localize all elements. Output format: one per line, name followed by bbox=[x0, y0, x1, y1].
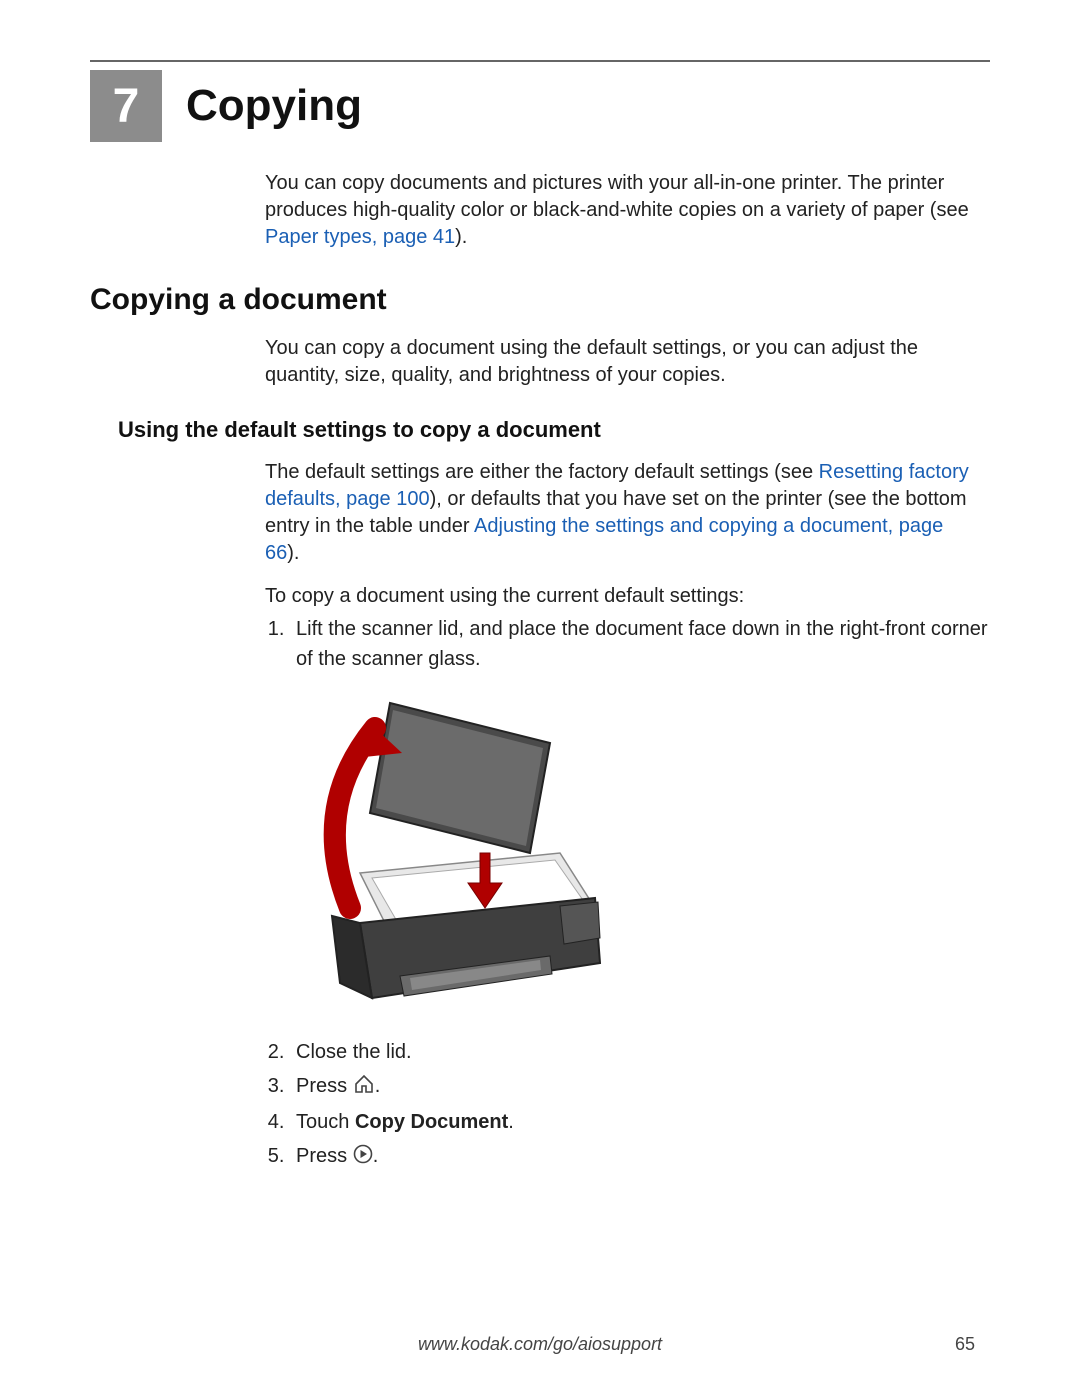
step-2: Close the lid. bbox=[290, 1037, 990, 1067]
figure-scanner-lid bbox=[320, 698, 990, 1013]
steps-list: Lift the scanner lid, and place the docu… bbox=[290, 614, 990, 674]
footer-url: www.kodak.com/go/aiosupport bbox=[0, 1334, 1080, 1355]
link-paper-types[interactable]: Paper types, page 41 bbox=[265, 226, 455, 248]
steps-list-continued: Close the lid. Press . Touch Copy Docume… bbox=[290, 1037, 990, 1173]
section-copying-document: Copying a document bbox=[90, 283, 990, 317]
page-number: 65 bbox=[955, 1334, 975, 1355]
subsection1-paragraph: The default settings are either the fact… bbox=[265, 459, 980, 567]
subsection-default-settings: Using the default settings to copy a doc… bbox=[118, 417, 990, 443]
play-icon bbox=[353, 1143, 373, 1173]
intro-paragraph: You can copy documents and pictures with… bbox=[265, 170, 980, 251]
section1-paragraph: You can copy a document using the defaul… bbox=[265, 335, 980, 389]
steps-lead: To copy a document using the current def… bbox=[265, 583, 980, 610]
chapter-title: Copying bbox=[186, 81, 362, 131]
chapter-number-badge: 7 bbox=[90, 70, 162, 142]
chapter-header: 7 Copying bbox=[90, 70, 990, 142]
step-5: Press . bbox=[290, 1141, 990, 1173]
home-icon bbox=[353, 1073, 375, 1103]
step-1: Lift the scanner lid, and place the docu… bbox=[290, 614, 990, 674]
step-3: Press . bbox=[290, 1071, 990, 1103]
step-4: Touch Copy Document. bbox=[290, 1107, 990, 1137]
